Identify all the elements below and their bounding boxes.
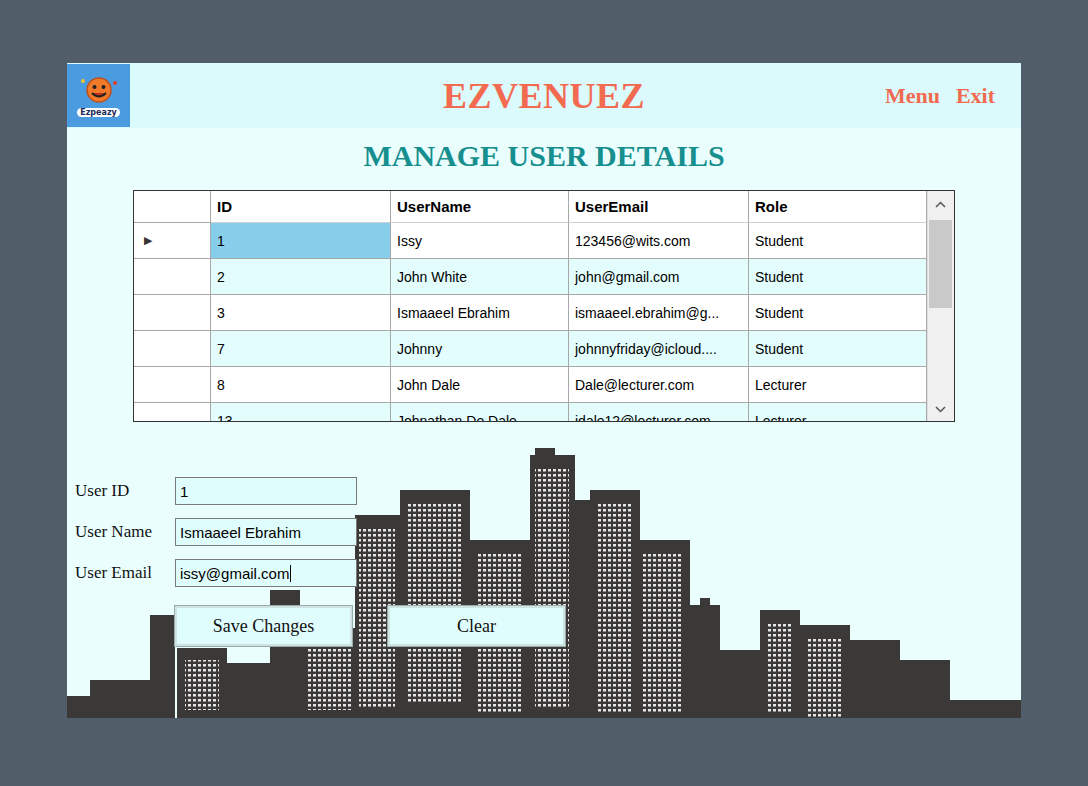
table-cell[interactable]: John White [391,259,569,295]
scroll-down-icon[interactable] [935,406,946,413]
app-window: Ezpeazy EZVENUEZ Menu Exit MANAGE USER DETAI… [67,63,1021,718]
nav-link[interactable]: Menu [885,83,940,109]
row-header [134,331,211,367]
table-cell[interactable]: 13 [211,403,391,421]
button-row: Save Changes Clear [175,606,1021,646]
table-cell[interactable]: Johnathan De Dale [391,403,569,421]
table-row[interactable]: ▶ 1Issy123456@wits.comStudent [134,223,927,259]
row-header [134,259,211,295]
table-row[interactable]: 3Ismaaeel Ebrahimismaaeel.ebrahim@g...St… [134,295,927,331]
row-header: ▶ [134,223,211,259]
form-field: User NameIsmaaeel Ebrahim [75,518,1021,546]
smiley-logo-icon [79,75,119,107]
table-cell[interactable]: Student [749,295,927,331]
logo: Ezpeazy [67,64,130,127]
page-heading: MANAGE USER DETAILS [67,138,1021,174]
form-field: User ID1 [75,477,1021,505]
row-header [134,295,211,331]
table-cell[interactable]: Student [749,259,927,295]
table-cell[interactable]: ismaaeel.ebrahim@g... [569,295,749,331]
table-cell[interactable]: 1 [211,223,391,259]
scroll-up-icon[interactable] [935,201,946,208]
text-input[interactable]: issy@gmail.com [175,559,357,587]
field-label: User Name [75,522,175,542]
table-cell[interactable]: 3 [211,295,391,331]
text-input[interactable]: 1 [175,477,357,505]
form-field: User Emailissy@gmail.com [75,559,1021,587]
row-header [134,403,211,421]
table-row[interactable]: 13Johnathan De Dalejdale12@lecturer.comL… [134,403,927,421]
column-header[interactable]: UserEmail [569,191,749,223]
table-cell[interactable]: 7 [211,331,391,367]
table-row[interactable]: 2John Whitejohn@gmail.comStudent [134,259,927,295]
table-cell[interactable]: 123456@wits.com [569,223,749,259]
corner-cell [134,191,211,223]
table-header: IDUserNameUserEmailRole [134,191,927,223]
nav-link[interactable]: Exit [956,83,995,109]
user-table: IDUserNameUserEmailRole ▶ 1Issy123456@wits… [133,190,955,422]
action-button[interactable]: Save Changes [175,606,352,646]
field-label: User Email [75,563,175,583]
field-label: User ID [75,481,175,501]
table-cell[interactable]: Lecturer [749,367,927,403]
current-row-icon: ▶ [144,234,152,247]
table-cell[interactable]: Issy [391,223,569,259]
nav: Menu Exit [885,83,1021,109]
column-header[interactable]: Role [749,191,927,223]
table-cell[interactable]: johnnyfriday@icloud.... [569,331,749,367]
table-row[interactable]: 7Johnnyjohnnyfriday@icloud....Student [134,331,927,367]
scroll-thumb[interactable] [929,220,952,308]
table-grid: IDUserNameUserEmailRole ▶ 1Issy123456@wits… [134,191,927,421]
table-cell[interactable]: Johnny [391,331,569,367]
scrollbar[interactable] [927,191,954,421]
header-bar: Ezpeazy EZVENUEZ Menu Exit [67,63,1021,128]
content: MANAGE USER DETAILS IDUserNameUserEmailRo… [67,128,1021,718]
app-title: EZVENUEZ [443,75,645,117]
table-cell[interactable]: john@gmail.com [569,259,749,295]
column-header[interactable]: UserName [391,191,569,223]
table-cell[interactable]: 8 [211,367,391,403]
page: Ezpeazy EZVENUEZ Menu Exit MANAGE USER DETAI… [0,0,1088,786]
column-header[interactable]: ID [211,191,391,223]
text-caret [290,565,291,582]
table-row[interactable]: 8John DaleDale@lecturer.comLecturer [134,367,927,403]
table-cell[interactable]: Student [749,223,927,259]
user-form: User ID1User NameIsmaaeel EbrahimUser Em… [75,477,1021,646]
table-cell[interactable]: John Dale [391,367,569,403]
row-header [134,367,211,403]
table-cell[interactable]: Lecturer [749,403,927,421]
logo-text: Ezpeazy [77,108,120,117]
table-cell[interactable]: jdale12@lecturer.com [569,403,749,421]
table-cell[interactable]: Dale@lecturer.com [569,367,749,403]
table-cell[interactable]: 2 [211,259,391,295]
action-button[interactable]: Clear [388,606,565,646]
table-cell[interactable]: Ismaaeel Ebrahim [391,295,569,331]
text-input[interactable]: Ismaaeel Ebrahim [175,518,357,546]
table-cell[interactable]: Student [749,331,927,367]
